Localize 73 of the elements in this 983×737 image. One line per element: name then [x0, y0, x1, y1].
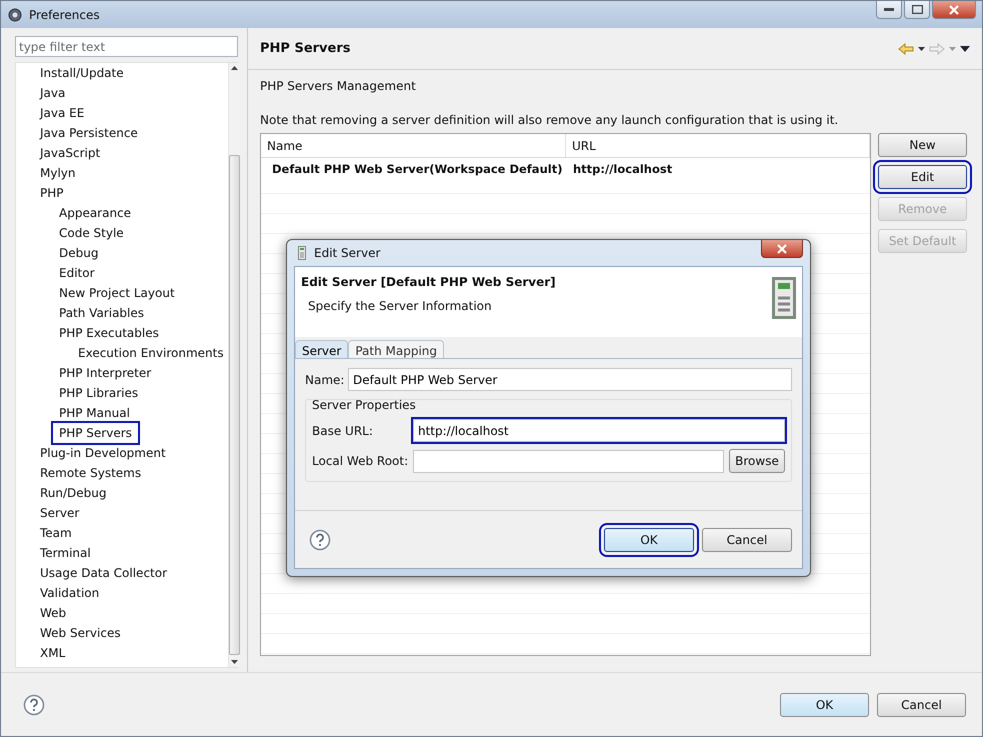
field-label: Name:	[305, 372, 343, 386]
tab[interactable]: Path Mapping	[348, 340, 444, 358]
scroll-up-icon[interactable]	[230, 66, 238, 70]
field-label: Local Web Root:	[312, 454, 408, 468]
column-header[interactable]: URL	[566, 134, 870, 157]
web-root-field[interactable]	[413, 450, 724, 472]
minimize-button[interactable]	[876, 1, 902, 19]
tree-item[interactable]: PHP	[36, 185, 68, 201]
tree-item[interactable]: PHP Executables	[55, 325, 163, 341]
field-label: Base URL:	[312, 424, 374, 438]
tree-item[interactable]: Server	[36, 505, 84, 521]
tree-item[interactable]: Java	[36, 85, 70, 101]
tree-item[interactable]: Remote Systems	[36, 465, 146, 481]
dialog-button[interactable]: Cancel	[702, 528, 792, 552]
gear-icon	[7, 6, 23, 22]
browse-button[interactable]: Browse	[729, 449, 785, 473]
table-cell: Default PHP Web Server(Workspace Default)	[272, 162, 562, 176]
maximize-button[interactable]	[904, 1, 930, 19]
dialog-button[interactable]: Cancel	[877, 692, 966, 716]
filter-field[interactable]: type filter text	[15, 36, 238, 57]
tree-item[interactable]: Usage Data Collector	[36, 565, 172, 581]
close-button[interactable]	[932, 1, 976, 19]
close-button[interactable]	[761, 240, 803, 258]
tree-item[interactable]: Java EE	[36, 105, 88, 121]
dialog-heading: Edit Server [Default PHP Web Server]	[301, 275, 557, 289]
name-field[interactable]: Default PHP Web Server	[348, 368, 792, 391]
close-icon	[777, 244, 787, 254]
dialog-button[interactable]: OK	[780, 692, 869, 716]
tree-item[interactable]: Run/Debug	[36, 485, 111, 501]
group-label: Server Properties	[312, 398, 417, 412]
dialog-description: Specify the Server Information	[307, 299, 493, 313]
page-subtitle: PHP Servers Management	[260, 79, 417, 93]
scroll-down-icon[interactable]	[230, 660, 238, 664]
server-icon	[772, 275, 796, 321]
scrollbar[interactable]	[228, 63, 240, 667]
tree-item[interactable]: Web Services	[36, 625, 125, 641]
tree-item[interactable]: Terminal	[36, 545, 95, 561]
dropdown-icon[interactable]	[918, 46, 925, 50]
tab[interactable]: Server	[295, 340, 348, 358]
server-icon	[298, 246, 306, 260]
window-title: Preferences	[29, 8, 100, 22]
close-icon	[949, 4, 959, 14]
tree-item[interactable]: Validation	[36, 585, 104, 601]
page-title: PHP Servers	[260, 41, 350, 56]
tree-item[interactable]: PHP Manual	[55, 405, 134, 421]
tree-item[interactable]: Code Style	[55, 225, 128, 241]
tree-item[interactable]: Debug	[55, 245, 102, 261]
note-text: Note that removing a server definition will also remove any launch configuration that is using it.	[260, 113, 840, 127]
tree-item[interactable]: Appearance	[55, 205, 136, 221]
tree-item[interactable]: Java Persistence	[36, 125, 142, 141]
help-icon[interactable]	[23, 694, 45, 716]
tree-item[interactable]: XML	[36, 645, 70, 661]
dialog-title: Edit Server	[314, 246, 380, 260]
tree-item[interactable]: Path Variables	[55, 305, 148, 321]
menu-icon[interactable]	[960, 46, 970, 52]
tree-item[interactable]: JavaScript	[36, 145, 104, 161]
tree-item[interactable]: PHP Libraries	[55, 385, 142, 401]
tree-item[interactable]: New Project Layout	[55, 285, 179, 301]
tree-item[interactable]: Web	[36, 605, 70, 621]
maximize-icon	[912, 5, 922, 14]
column-header[interactable]: Name	[261, 134, 566, 157]
help-icon[interactable]	[309, 528, 331, 550]
tree-item[interactable]: Plug-in Development	[36, 445, 170, 461]
tree-item[interactable]: Team	[36, 525, 76, 541]
side-button[interactable]: New	[878, 133, 967, 157]
tree-item[interactable]: Editor	[55, 265, 99, 281]
tree-item[interactable]: Mylyn	[36, 165, 80, 181]
tree-item[interactable]: Install/Update	[36, 65, 128, 81]
tree-item[interactable]: PHP Interpreter	[55, 365, 156, 381]
table-cell: http://localhost	[573, 162, 672, 176]
tree-item[interactable]: Execution Environments	[74, 345, 228, 361]
minimize-icon	[884, 8, 894, 12]
base-url-field[interactable]: http://localhost	[413, 419, 785, 442]
